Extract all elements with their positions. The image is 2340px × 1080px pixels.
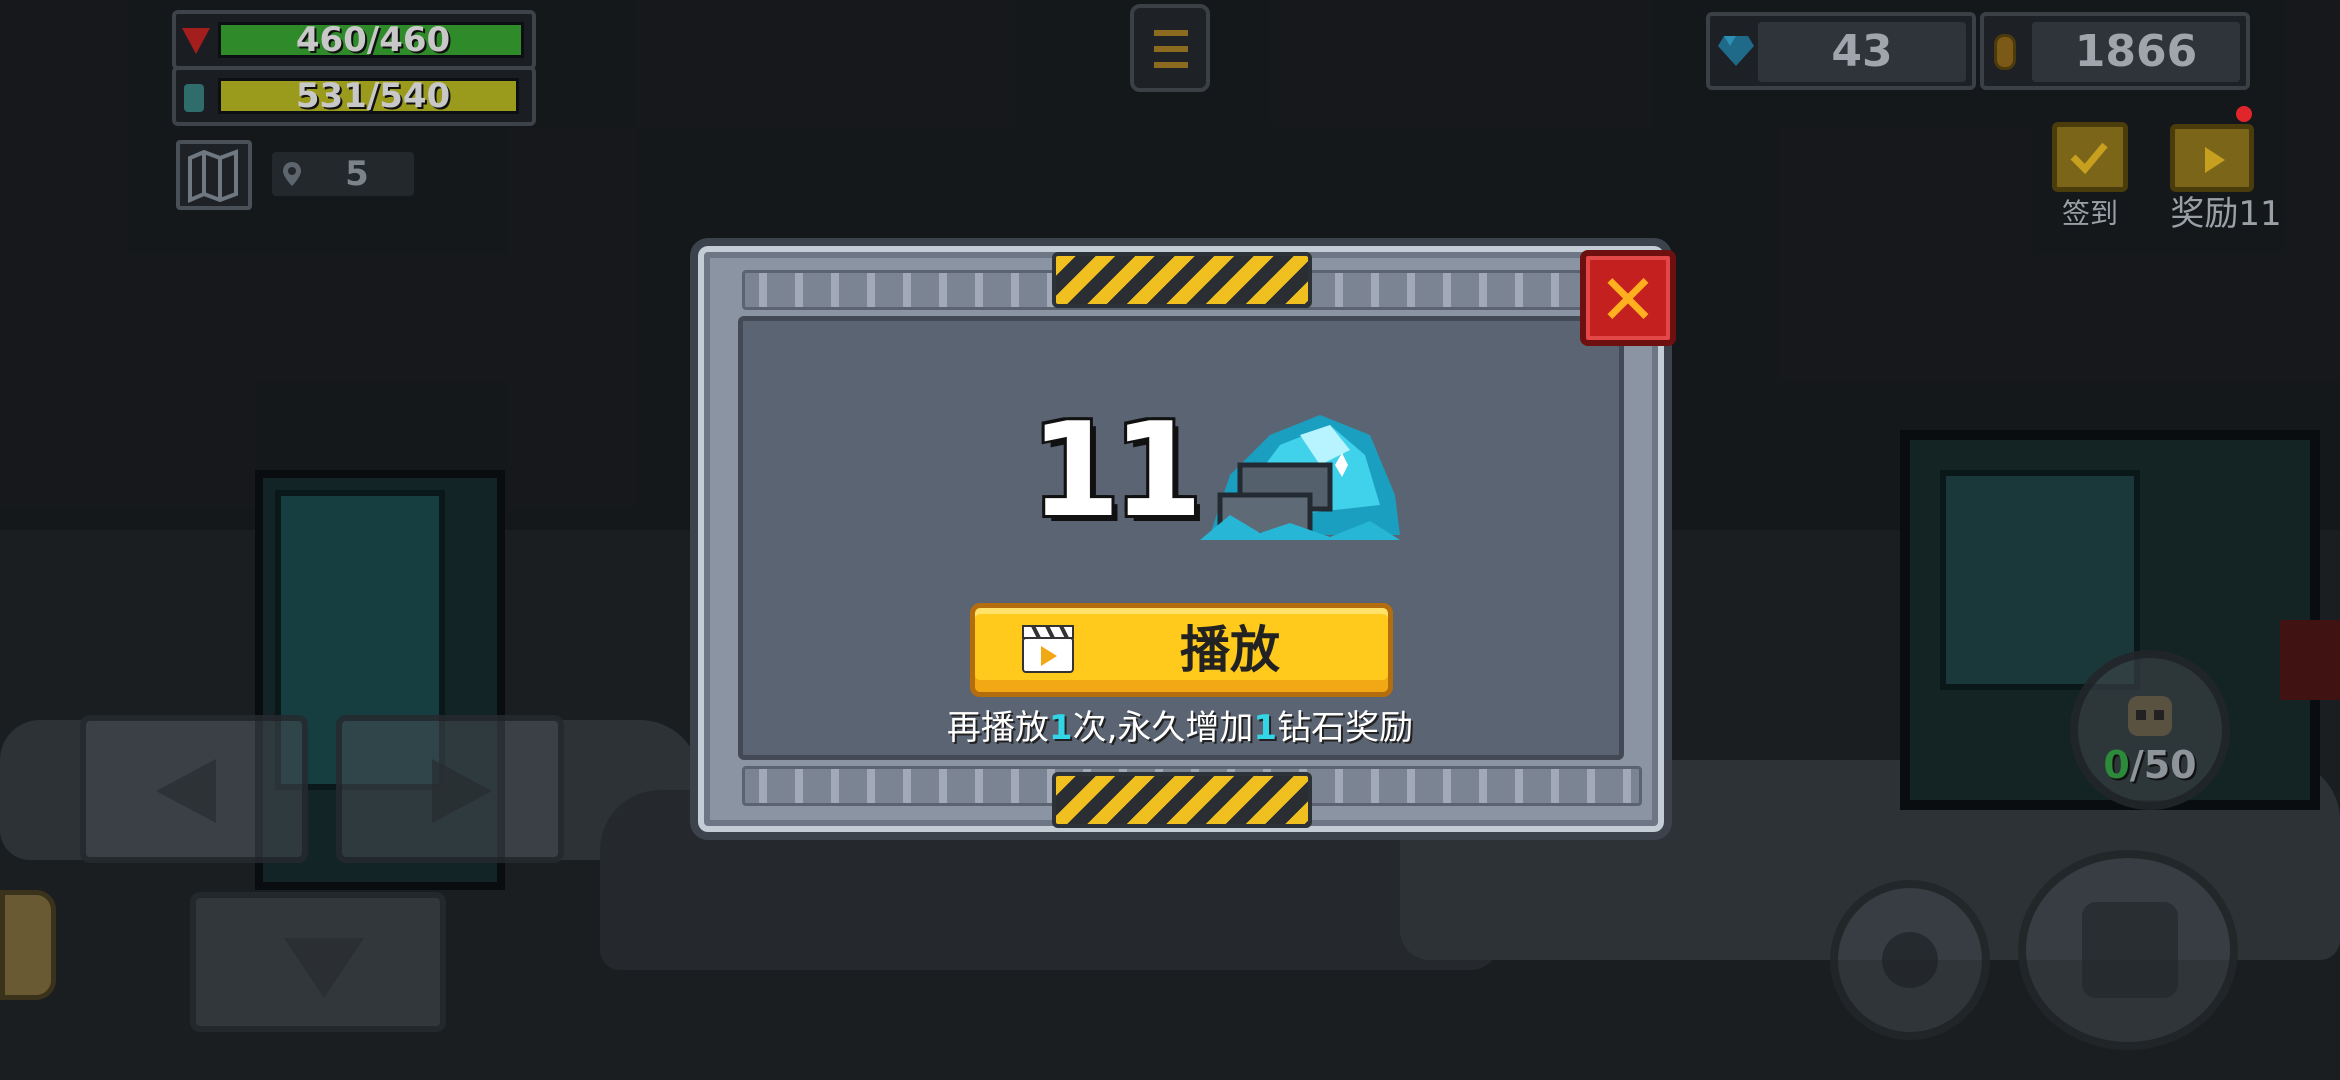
heart-gem-icon	[182, 28, 210, 54]
hazard-stripe-top	[1052, 252, 1312, 308]
diamond-pile-icon	[1200, 415, 1400, 540]
clapperboard-icon	[1022, 625, 1074, 673]
calendar-check-icon	[2070, 142, 2108, 175]
attack-button[interactable]	[2018, 850, 2238, 1050]
arrow-left-icon	[156, 759, 216, 823]
coin-count: 1866	[2032, 22, 2240, 82]
dpad-left-button[interactable]	[80, 715, 308, 863]
hamburger-line	[1154, 62, 1188, 68]
diamond-counter: 43	[1706, 12, 1976, 90]
energy-text: 531/540	[295, 76, 451, 116]
hamburger-line	[1154, 46, 1188, 52]
map-button[interactable]	[176, 140, 252, 210]
ammo-counter: 0/50	[2080, 740, 2220, 790]
dpad-down-button[interactable]	[190, 892, 446, 1032]
map-icon	[188, 149, 238, 204]
hint-count-2: 1	[1253, 708, 1278, 748]
ammo-max: /50	[2129, 743, 2197, 787]
hamburger-icon	[1154, 30, 1188, 36]
bag-icon	[1882, 932, 1938, 988]
diamond-icon	[1718, 36, 1754, 66]
hint-text-2: 次,永久增加	[1072, 708, 1254, 748]
energy-icon	[184, 84, 204, 112]
checkin-button[interactable]	[2052, 122, 2128, 192]
coin-icon	[1994, 34, 2016, 70]
coin-counter: 1866	[1980, 12, 2250, 90]
hp-bar: 460/460	[172, 10, 536, 70]
level-indicator: 5	[272, 152, 414, 196]
hint-count-1: 1	[1048, 708, 1073, 748]
backpack-item-icon[interactable]	[0, 890, 56, 1000]
hint-text-1: 再播放	[946, 708, 1049, 748]
diamond-count: 43	[1758, 22, 1966, 82]
menu-button[interactable]	[1130, 4, 1210, 92]
video-reward-button[interactable]	[2170, 124, 2254, 192]
reward-hint: 再播放1次,永久增加1钻石奖励	[870, 700, 1490, 756]
face-icon	[2082, 902, 2178, 998]
play-ad-button[interactable]: 播放	[970, 603, 1393, 697]
level-number: 5	[345, 154, 369, 194]
reward-amount: 11	[1030, 394, 1203, 546]
skill-button[interactable]	[1830, 880, 1990, 1040]
arrow-right-icon	[432, 759, 492, 823]
notification-dot	[2236, 106, 2252, 122]
checkin-label: 签到	[2061, 197, 2118, 230]
close-button[interactable]: ✕	[1580, 250, 1676, 346]
location-pin-icon	[283, 162, 301, 186]
close-icon: ✕	[1598, 259, 1658, 341]
hp-text: 460/460	[295, 20, 451, 60]
ammo-current: 0	[2103, 743, 2130, 787]
hazard-stripe-bottom	[1052, 772, 1312, 828]
dpad-right-button[interactable]	[336, 715, 564, 863]
play-video-icon	[2205, 147, 2225, 173]
arrow-down-icon	[284, 938, 364, 998]
hint-text-3: 钻石奖励	[1277, 708, 1414, 748]
play-button-label: 播放	[1180, 621, 1280, 679]
reward-label: 奖励11	[2170, 194, 2282, 234]
energy-bar: 531/540	[172, 66, 536, 126]
